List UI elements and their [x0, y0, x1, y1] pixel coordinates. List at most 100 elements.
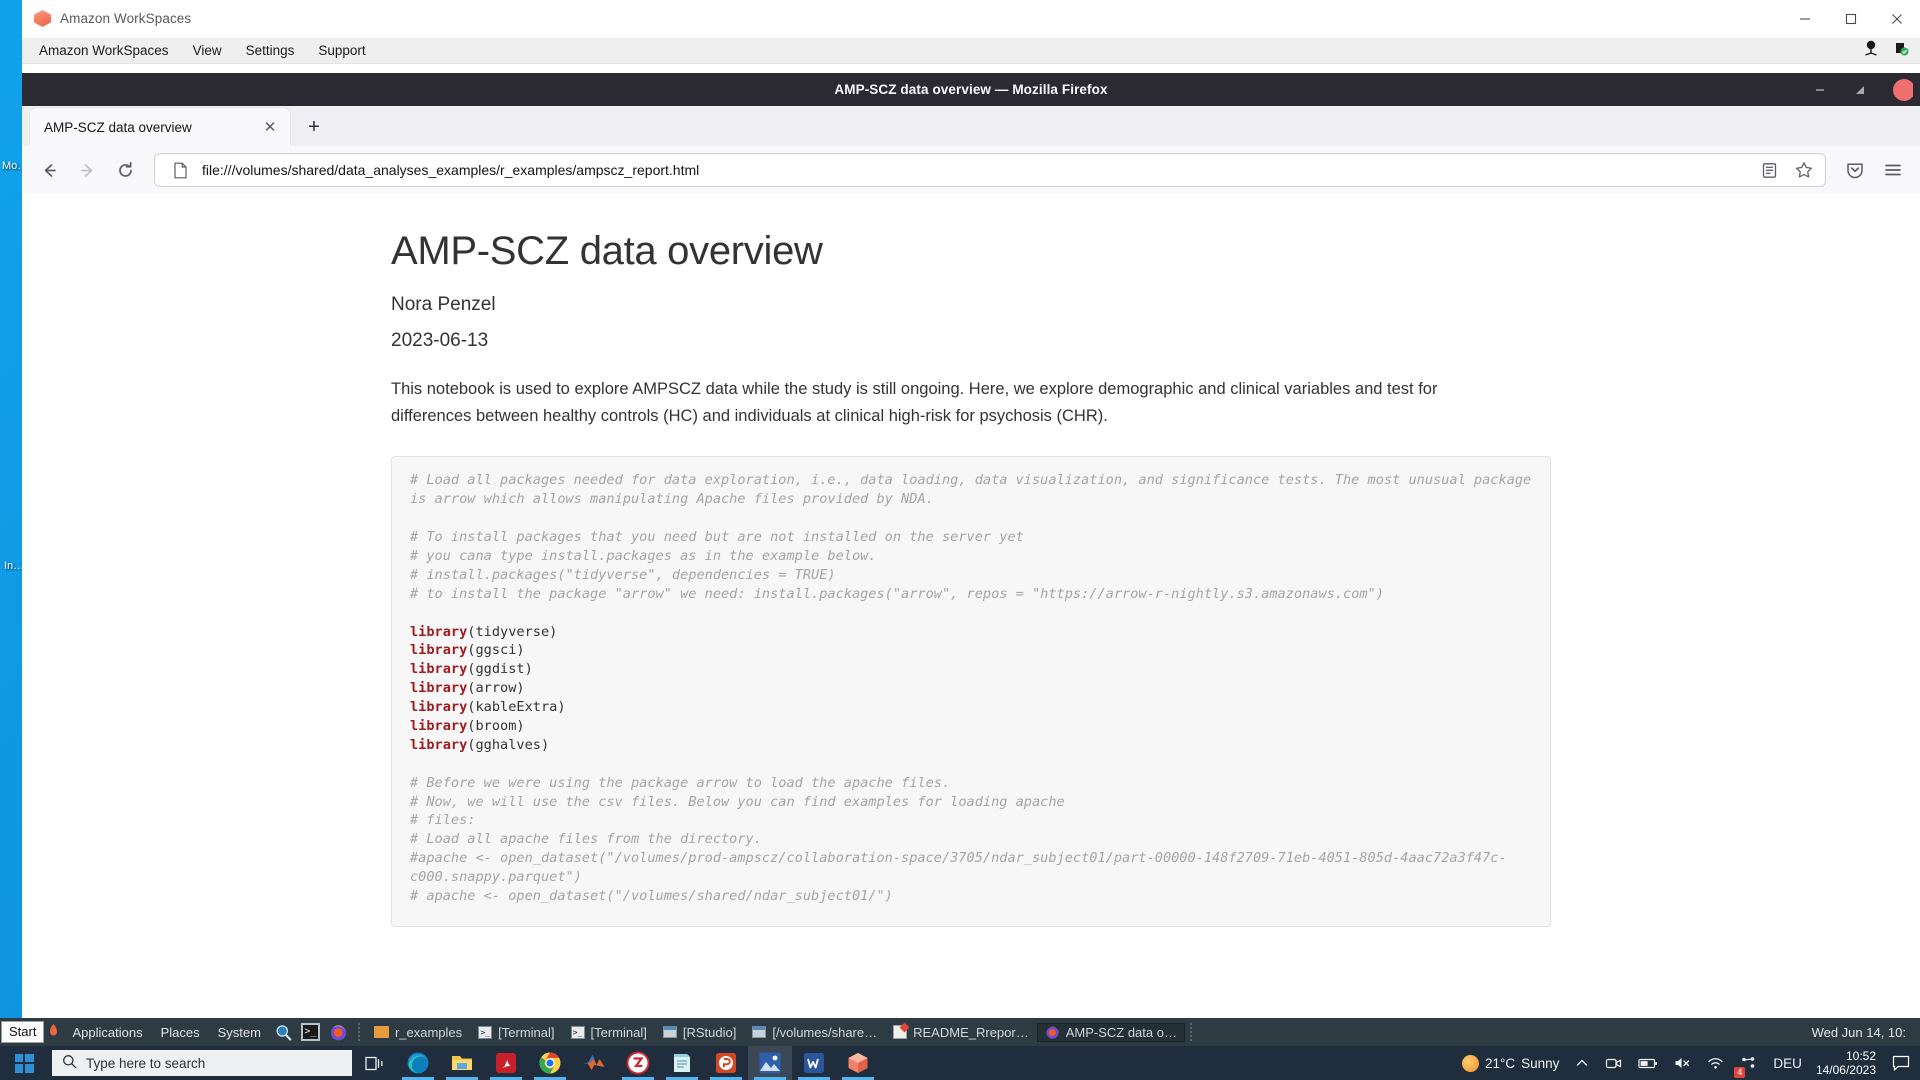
linux-menu-applications[interactable]: Applications	[63, 1025, 151, 1040]
taskbar-app-edge[interactable]	[396, 1046, 440, 1080]
wifi-icon[interactable]	[1699, 1046, 1732, 1080]
new-tab-button[interactable]: +	[298, 111, 330, 143]
action-center-button[interactable]	[1886, 1055, 1916, 1072]
workspaces-menubar: Amazon WorkSpaces View Settings Support	[22, 38, 1920, 64]
linux-clock[interactable]: Wed Jun 14, 10:	[1812, 1025, 1920, 1040]
firefox-minimize-button[interactable]	[1800, 73, 1840, 106]
workspaces-status-icon[interactable]	[1892, 40, 1910, 61]
taskbar-app-file-explorer[interactable]	[440, 1046, 484, 1080]
windows-search-box[interactable]: Type here to search	[52, 1050, 352, 1076]
terminal-icon[interactable]: >_	[297, 1023, 324, 1041]
taskbar-item-label: [Terminal]	[591, 1025, 647, 1040]
windows-pinned-apps	[396, 1046, 880, 1080]
taskbar-app-chrome[interactable]	[528, 1046, 572, 1080]
taskbar-app-powerpoint[interactable]	[704, 1046, 748, 1080]
taskbar-app-notepad[interactable]	[660, 1046, 704, 1080]
windows-system-tray: 21°C Sunny 4 DEU 10:52 14/06/2023	[1454, 1046, 1920, 1080]
taskbar-app-word[interactable]	[792, 1046, 836, 1080]
start-button[interactable]: Start	[1, 1021, 44, 1043]
taskbar-item-label: [/volumes/share…	[772, 1025, 877, 1040]
reader-view-icon[interactable]	[1756, 157, 1782, 183]
linux-menu-places[interactable]: Places	[152, 1025, 209, 1040]
battery-icon[interactable]	[1630, 1046, 1666, 1080]
back-arrow-icon[interactable]	[32, 153, 66, 187]
taskbar-app-matlab[interactable]	[572, 1046, 616, 1080]
window-icon	[752, 1026, 766, 1038]
taskbar-item-readme[interactable]: README_Rrepor…	[885, 1023, 1037, 1042]
taskbar-app-photos[interactable]	[748, 1046, 792, 1080]
menu-view[interactable]: View	[190, 42, 225, 59]
notification-badge-icon[interactable]: 4	[1732, 1046, 1765, 1080]
code-statement-line: library(arrow)	[410, 679, 1532, 698]
taskbar-app-amazon-workspaces[interactable]	[836, 1046, 880, 1080]
taskbar-item-r-examples[interactable]: r_examples	[366, 1023, 470, 1042]
page-content-area[interactable]: AMP-SCZ data overview Nora Penzel 2023-0…	[22, 194, 1920, 1018]
firefox-restore-button[interactable]	[1840, 73, 1880, 106]
code-statement-line: library(tidyverse)	[410, 623, 1532, 642]
weather-widget[interactable]: 21°C Sunny	[1454, 1046, 1567, 1080]
address-bar-value[interactable]: file:///volumes/shared/data_analyses_exa…	[202, 162, 1747, 178]
workspaces-close-button[interactable]	[1874, 0, 1920, 37]
taskbar-item-label: r_examples	[395, 1025, 462, 1040]
task-view-button[interactable]	[352, 1055, 396, 1072]
workspaces-minimize-button[interactable]	[1782, 0, 1828, 37]
weather-description: Sunny	[1521, 1056, 1559, 1071]
workspaces-maximize-button[interactable]	[1828, 0, 1874, 37]
windows-start-button[interactable]	[0, 1046, 48, 1080]
workspaces-title-group: Amazon WorkSpaces	[22, 10, 191, 27]
search-icon	[62, 1054, 77, 1072]
code-statement-line: library(ggdist)	[410, 660, 1532, 679]
workspaces-titlebar: Amazon WorkSpaces	[22, 0, 1920, 38]
taskbar-item-firefox-ampscz[interactable]: AMP-SCZ data o…	[1037, 1023, 1185, 1042]
chevron-up-icon[interactable]	[1567, 1046, 1597, 1080]
bookmark-star-icon[interactable]	[1791, 157, 1817, 183]
code-statement-line: library(gghalves)	[410, 736, 1532, 755]
code-argument: (tidyverse)	[467, 624, 557, 640]
code-keyword: library	[410, 718, 467, 734]
taskbar-app-acrobat-reader[interactable]	[484, 1046, 528, 1080]
browser-tab[interactable]: AMP-SCZ data overview ✕	[30, 108, 290, 146]
page-title: AMP-SCZ data overview	[391, 228, 1551, 274]
taskbar-separator	[358, 1023, 361, 1041]
firefox-close-button[interactable]	[1880, 73, 1920, 106]
hamburger-menu-icon[interactable]	[1876, 153, 1910, 187]
code-comment-line: # install.packages("tidyverse", dependen…	[410, 566, 1532, 585]
menu-amazon-workspaces[interactable]: Amazon WorkSpaces	[36, 42, 172, 59]
address-bar[interactable]: file:///volumes/shared/data_analyses_exa…	[154, 153, 1826, 187]
volume-muted-icon[interactable]	[1666, 1046, 1699, 1080]
firefox-navigation-toolbar: file:///volumes/shared/data_analyses_exa…	[22, 146, 1920, 194]
taskbar-app-zotero[interactable]	[616, 1046, 660, 1080]
firefox-icon[interactable]	[324, 1023, 353, 1042]
search-icon[interactable]	[270, 1024, 297, 1041]
close-icon[interactable]: ✕	[260, 117, 280, 137]
pocket-icon[interactable]	[1838, 153, 1872, 187]
language-indicator[interactable]: DEU	[1765, 1046, 1810, 1080]
windows-clock[interactable]: 10:52 14/06/2023	[1810, 1046, 1886, 1080]
taskbar-item-terminal-1[interactable]: >_ [Terminal]	[470, 1023, 562, 1042]
network-status-icon[interactable]	[1862, 40, 1880, 61]
menu-settings[interactable]: Settings	[243, 42, 298, 59]
linux-menu-system[interactable]: System	[209, 1025, 270, 1040]
code-comment-line: # Load all apache files from the directo…	[410, 830, 1532, 849]
taskbar-item-label: [RStudio]	[683, 1025, 736, 1040]
code-statement-line: library(broom)	[410, 717, 1532, 736]
code-statement-line: library(kableExtra)	[410, 698, 1532, 717]
taskbar-item-terminal-2[interactable]: >_ [Terminal]	[563, 1023, 655, 1042]
forward-arrow-icon[interactable]	[70, 153, 104, 187]
camera-icon[interactable]	[1597, 1046, 1630, 1080]
notification-count: 4	[1734, 1067, 1745, 1078]
reload-arrow-icon[interactable]	[108, 153, 142, 187]
menu-support[interactable]: Support	[315, 42, 368, 59]
taskbar-item-rstudio[interactable]: [RStudio]	[655, 1023, 744, 1042]
document-author: Nora Penzel	[391, 294, 1551, 316]
windows-logo-icon	[15, 1054, 34, 1073]
code-keyword: library	[410, 737, 467, 753]
code-argument: (ggdist)	[467, 661, 532, 677]
taskbar-item-label: README_Rrepor…	[913, 1025, 1029, 1040]
taskbar-item-volumes-shared[interactable]: [/volumes/share…	[744, 1023, 885, 1042]
linux-distro-icon[interactable]	[44, 1023, 63, 1042]
taskbar-separator-2	[1190, 1023, 1193, 1041]
document-intro-paragraph: This notebook is used to explore AMPSCZ …	[391, 376, 1521, 430]
code-chunk[interactable]: # Load all packages needed for data expl…	[391, 456, 1551, 926]
firefox-icon	[1045, 1025, 1060, 1040]
